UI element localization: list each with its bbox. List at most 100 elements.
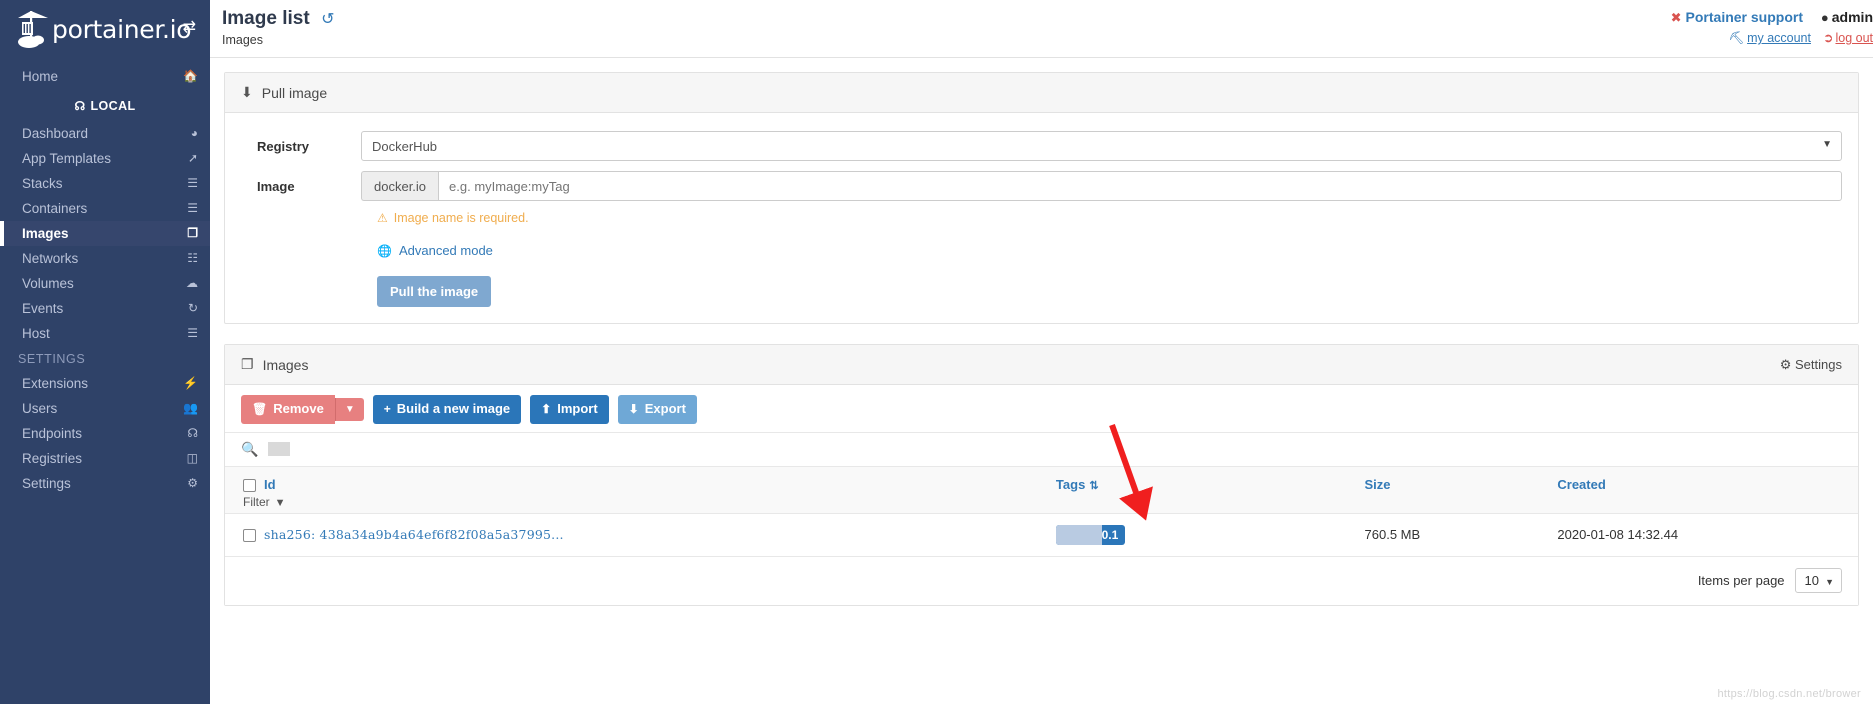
image-registry-addon: docker.io [361,171,439,201]
sidebar-item-label: Stacks [22,176,63,191]
portainer-app: portainer.io ⇄ Home 🏠 ☊ LOCAL Dashboard ◕… [0,0,1873,704]
pull-image-title: Pull image [261,84,328,101]
table-header-row: Id Filter ▼ Tags ⇅ Size Created [225,465,1858,514]
logout-link[interactable]: log out [1835,31,1873,45]
column-header-size[interactable]: Size [1356,465,1550,514]
items-per-page-value: 10 [1804,572,1819,588]
images-panel-header: ❐ Images ⚙ Settings [225,345,1858,385]
image-name-input[interactable] [438,171,1842,201]
pull-the-image-button[interactable]: Pull the image [377,276,492,307]
sidebar-item-host[interactable]: Host ☰ [0,321,210,346]
download-icon: ⬇ [241,84,253,100]
column-label-created: Created [1557,476,1606,492]
remove-button[interactable]: 🗑 Remove [241,395,335,424]
items-per-page-label: Items per page [1697,572,1785,588]
sidebar-item-label: Images [22,226,69,241]
table-settings-label: Settings [1795,356,1842,372]
sidebar-item-events[interactable]: Events ↻ [0,296,210,321]
sidebar-item-label: Users [22,401,58,416]
import-label: Import [557,401,598,416]
plug-icon: ☊ [187,426,198,440]
chevron-down-icon: ▼ [1822,139,1832,150]
cell-image-size: 760.5 MB [1356,512,1550,556]
advanced-mode-link[interactable]: 🌐 Advanced mode [377,243,1842,258]
gear-icon: ⚙ [187,476,198,490]
sidebar-item-volumes[interactable]: Volumes ☁ [0,271,210,296]
sidebar-item-settings[interactable]: Settings ⚙ [0,471,210,496]
sidebar-item-label: Dashboard [22,126,89,141]
sidebar-item-dashboard[interactable]: Dashboard ◕ [0,121,210,146]
export-label: Export [644,401,686,416]
home-icon: 🏠 [183,69,198,83]
globe-icon: 🌐 [377,243,392,258]
sidebar-item-app-templates[interactable]: App Templates ➚ [0,146,210,171]
refresh-icon[interactable]: ↺ [321,9,334,29]
cell-image-created: 2020-01-08 14:32.44 [1549,512,1858,556]
top-bar: Image list ↺ Images ✖ Portainer support ●… [210,0,1873,58]
volumes-icon: ☁ [186,276,198,290]
user-circle-icon: ● [1820,10,1829,25]
sidebar-item-users[interactable]: Users 👥 [0,396,210,421]
column-label-size: Size [1364,476,1391,492]
events-clock-icon: ↻ [187,301,198,315]
sidebar-item-stacks[interactable]: Stacks ☰ [0,171,210,196]
cell-image-tag: /test:0.0.1 [1047,512,1357,556]
sidebar-item-images[interactable]: Images ❐ [0,221,210,246]
sidebar-item-label: Extensions [22,376,89,391]
tag-badge[interactable]: /test:0.0.1 [1055,524,1126,545]
images-icon: ❐ [187,226,198,240]
build-new-image-button[interactable]: + Build a new image [372,395,522,424]
image-id-link[interactable]: sha256: 438a34a9b4a64ef6f82f08a5a37995..… [264,527,564,542]
brand-logo-area[interactable]: portainer.io ⇄ [0,0,210,58]
sidebar-item-label: Registries [22,451,83,466]
sidebar-item-label: Host [22,326,50,341]
search-icon: 🔍 [241,440,259,457]
sidebar-item-label: App Templates [22,151,112,166]
registry-select[interactable]: DockerHub ▼ [361,131,1842,161]
column-label-id: Id [264,476,276,492]
user-name: admin [1831,9,1873,25]
pull-image-panel-header: ⬇ Pull image [225,73,1858,113]
my-account-link[interactable]: my account [1747,31,1811,45]
row-select-checkbox[interactable] [243,529,256,543]
sidebar-item-containers[interactable]: Containers ☰ [0,196,210,221]
advanced-mode-label: Advanced mode [398,243,493,258]
stacks-icon: ☰ [187,176,198,190]
filter-control[interactable]: Filter ▼ [243,492,1040,509]
plug-icon: ☊ [74,99,86,113]
column-header-tags[interactable]: Tags ⇅ [1047,465,1357,514]
sidebar-item-label: Endpoints [22,426,83,441]
sidebar-item-networks[interactable]: Networks ☷ [0,246,210,271]
search-input[interactable] [268,442,291,457]
content-area: ⬇ Pull image Registry DockerHub ▼ Image [210,58,1873,606]
column-header-id[interactable]: Id Filter ▼ [225,465,1048,514]
sidebar-item-home[interactable]: Home 🏠 [0,64,210,89]
sidebar-item-extensions[interactable]: Extensions ⚡ [0,371,210,396]
export-button[interactable]: ⬇ Export [617,395,697,424]
sidebar-item-endpoints[interactable]: Endpoints ☊ [0,421,210,446]
networks-icon: ☷ [187,251,198,265]
sidebar-toggle-icon[interactable]: ⇄ [183,20,196,36]
column-header-created[interactable]: Created [1549,465,1858,514]
select-all-checkbox[interactable] [243,478,256,492]
download-icon: ⬇ [628,401,639,416]
sidebar-item-label: Containers [22,201,88,216]
column-label-tags: Tags [1055,476,1086,492]
user-name-area[interactable]: ● admin [1821,9,1873,25]
registry-selected-value: DockerHub [372,138,438,154]
remove-label: Remove [273,401,324,416]
remove-dropdown-button[interactable]: ▼ [334,397,364,421]
brand-name: portainer.io [52,14,192,44]
table-settings-button[interactable]: ⚙ Settings [1780,357,1842,373]
images-panel-title: Images [262,356,309,373]
image-label: Image [257,178,295,194]
plus-icon: + [383,401,391,416]
images-icon: ❐ [241,356,254,372]
build-label: Build a new image [396,401,511,416]
import-button[interactable]: ⬆ Import [530,395,609,424]
sidebar-item-registries[interactable]: Registries ◫ [0,446,210,471]
portainer-support-link[interactable]: Portainer support [1686,9,1803,25]
settings-section-label: SETTINGS [18,352,86,366]
filter-label: Filter [243,494,270,509]
items-per-page-select[interactable]: 10 ▼ [1794,567,1842,593]
